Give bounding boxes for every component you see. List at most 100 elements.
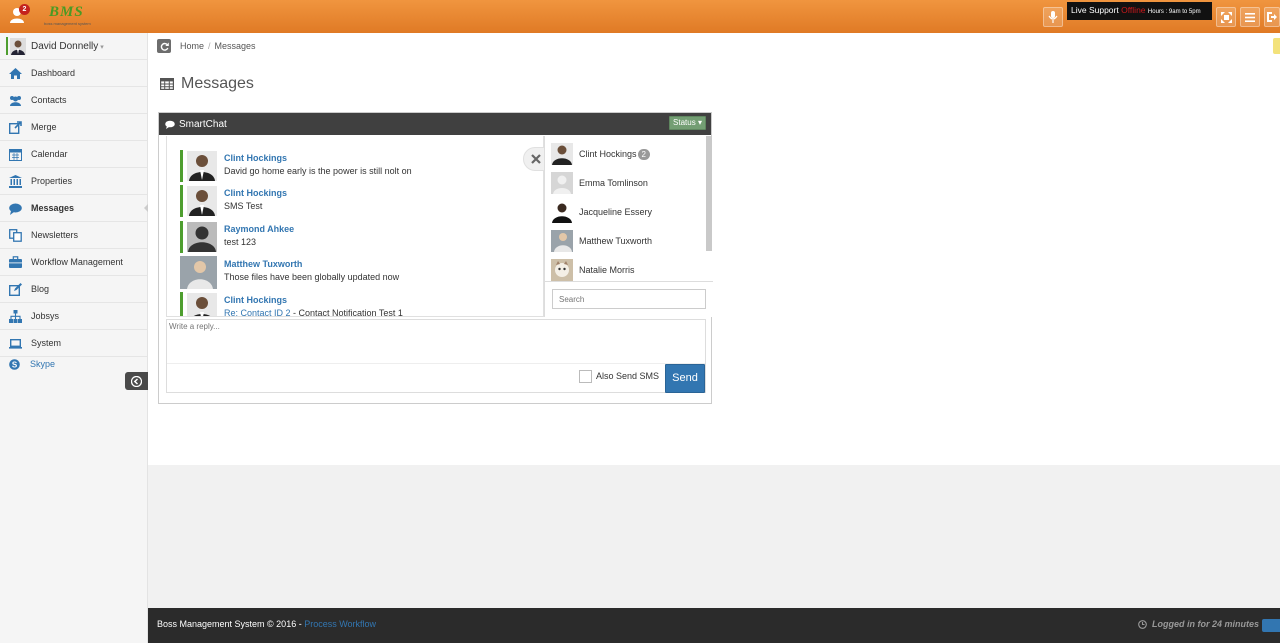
sidebar: David Donnelly ▾ Dashboard Contacts Merge… — [0, 33, 148, 643]
status-dropdown-button[interactable]: Status ▾ — [669, 116, 706, 130]
breadcrumb-current: Messages — [214, 41, 256, 51]
message-sender[interactable]: Clint Hockings — [224, 188, 287, 198]
message-list[interactable]: Clint Hockings David go home early is th… — [166, 136, 544, 317]
logo-subtitle: boss management system — [44, 21, 91, 26]
copy-icon — [9, 229, 22, 242]
also-send-sms-label[interactable]: Also Send SMS — [596, 371, 659, 381]
breadcrumb-home[interactable]: Home — [180, 41, 204, 51]
logo-mark: BMS — [49, 4, 84, 20]
microphone-icon — [1048, 11, 1058, 23]
sidebar-item-label: Contacts — [31, 95, 67, 105]
message-text: Those files have been globally updated n… — [224, 272, 400, 282]
fullscreen-button[interactable] — [1216, 7, 1236, 27]
sidebar-item-workflow-management[interactable]: Workflow Management — [0, 249, 147, 276]
live-support-box[interactable]: Live Support Offline Hours : 9am to 5pm — [1067, 2, 1212, 20]
user-list-item[interactable]: Clint Hockings 2 — [545, 141, 706, 170]
footer-link[interactable]: Process Workflow — [304, 619, 376, 629]
sidebar-item-jobsys[interactable]: Jobsys — [0, 303, 147, 330]
sidebar-item-newsletters[interactable]: Newsletters — [0, 222, 147, 249]
message-sender[interactable]: Clint Hockings — [224, 295, 287, 305]
footer-copyright: Boss Management System © 2016 - — [157, 619, 305, 629]
sidebar-item-contacts[interactable]: Contacts — [0, 87, 147, 114]
sidebar-item-label: Workflow Management — [31, 257, 123, 267]
sidebar-item-properties[interactable]: Properties — [0, 168, 147, 195]
message-link[interactable]: Re: Contact ID 2 — [224, 308, 291, 316]
send-button[interactable]: Send — [665, 364, 705, 393]
avatar — [551, 201, 573, 223]
unread-indicator — [180, 221, 183, 253]
live-support-hours: Hours : 9am to 5pm — [1147, 9, 1201, 15]
message-sender[interactable]: Matthew Tuxworth — [224, 259, 302, 269]
sidebar-item-messages[interactable]: Messages — [0, 195, 148, 222]
sidebar-item-label: Jobsys — [31, 311, 60, 321]
also-send-sms-checkbox[interactable] — [579, 370, 592, 383]
collapse-sidebar-button[interactable] — [125, 372, 148, 390]
side-panel-tab[interactable] — [1273, 38, 1280, 54]
live-support-status: Offline — [1121, 5, 1146, 15]
user-list-item[interactable]: Jacqueline Essery — [545, 199, 706, 228]
message-sender[interactable]: Raymond Ahkee — [224, 224, 294, 234]
sidebar-item-calendar[interactable]: Calendar — [0, 141, 147, 168]
status-button-label: Status — [673, 118, 696, 127]
sidebar-item-label: System — [31, 338, 62, 348]
message-text: David go home early is the power is stil… — [224, 166, 412, 176]
logged-in-duration: Logged in for 24 minutes — [1151, 619, 1259, 629]
message-sender[interactable]: Clint Hockings — [224, 153, 287, 163]
microphone-button[interactable] — [1043, 7, 1063, 27]
home-icon — [9, 68, 22, 79]
list-item[interactable]: Clint Hockings Re: Contact ID 2 - Contac… — [180, 291, 543, 317]
user-search-input[interactable] — [552, 289, 706, 309]
message-text-rest: - Contact Notification Test 1 — [290, 308, 403, 317]
avatar — [187, 186, 217, 216]
menu-button[interactable] — [1240, 7, 1260, 27]
arrow-circle-left-icon — [131, 375, 142, 387]
user-name: Jacqueline Essery — [579, 207, 653, 217]
notification-badge[interactable]: 2 — [19, 4, 30, 15]
unread-indicator — [180, 292, 183, 316]
breadcrumb-bar: Home / Messages — [148, 33, 1280, 60]
laptop-icon — [9, 339, 22, 349]
page-title: Messages — [160, 75, 254, 93]
list-item[interactable]: Clint Hockings David go home early is th… — [180, 149, 543, 182]
comments-icon — [165, 120, 175, 129]
sidebar-item-blog[interactable]: Blog — [0, 276, 147, 303]
caret-down-icon: ▾ — [697, 118, 702, 127]
refresh-icon — [160, 42, 169, 51]
list-item[interactable]: Raymond Ahkee test 123 — [180, 220, 543, 253]
sidebar-user[interactable]: David Donnelly ▾ — [0, 33, 147, 60]
reply-box: Also Send SMS Send — [166, 319, 706, 393]
clock-icon — [1138, 619, 1147, 629]
reply-textarea[interactable] — [167, 320, 705, 364]
scrollbar[interactable] — [706, 136, 712, 251]
user-list-item[interactable]: Emma Tomlinson — [545, 170, 706, 199]
message-text: SMS Test — [224, 201, 263, 211]
fullscreen-icon — [1220, 11, 1232, 23]
avatar — [187, 222, 217, 252]
skype-label: Skype — [30, 359, 56, 369]
sidebar-item-skype[interactable]: S Skype — [0, 357, 147, 372]
list-item[interactable]: Clint Hockings SMS Test — [180, 184, 543, 217]
logout-button[interactable] — [1264, 7, 1280, 27]
unread-indicator — [180, 185, 183, 217]
message-text: test 123 — [224, 237, 257, 247]
sidebar-item-system[interactable]: System — [0, 330, 147, 357]
skype-icon: S — [9, 359, 20, 370]
list-item[interactable]: Matthew Tuxworth Those files have been g… — [180, 255, 543, 289]
svg-text:S: S — [12, 360, 18, 369]
logo[interactable]: BMS boss management system — [44, 4, 96, 28]
breadcrumb-separator: / — [208, 41, 211, 51]
content-background — [148, 465, 1280, 608]
sidebar-item-label: Blog — [31, 284, 50, 294]
smartchat-widget: SmartChat Status ▾ Clint Hockings David … — [158, 112, 713, 404]
sidebar-item-merge[interactable]: Merge — [0, 114, 147, 141]
footer-settings-tab[interactable] — [1262, 619, 1280, 632]
unread-count-badge: 2 — [637, 149, 650, 160]
user-name: David Donnelly — [31, 41, 99, 52]
refresh-button[interactable] — [157, 39, 171, 53]
sidebar-item-label: Merge — [31, 122, 57, 132]
user-list-item[interactable]: Matthew Tuxworth — [545, 228, 706, 257]
message-text: Re: Contact ID 2 - Contact Notification … — [224, 308, 403, 317]
sidebar-item-dashboard[interactable]: Dashboard — [0, 60, 147, 87]
user-list: Clint Hockings 2 Emma Tomlinson Jacquelin… — [544, 136, 713, 317]
users-icon — [10, 96, 21, 106]
